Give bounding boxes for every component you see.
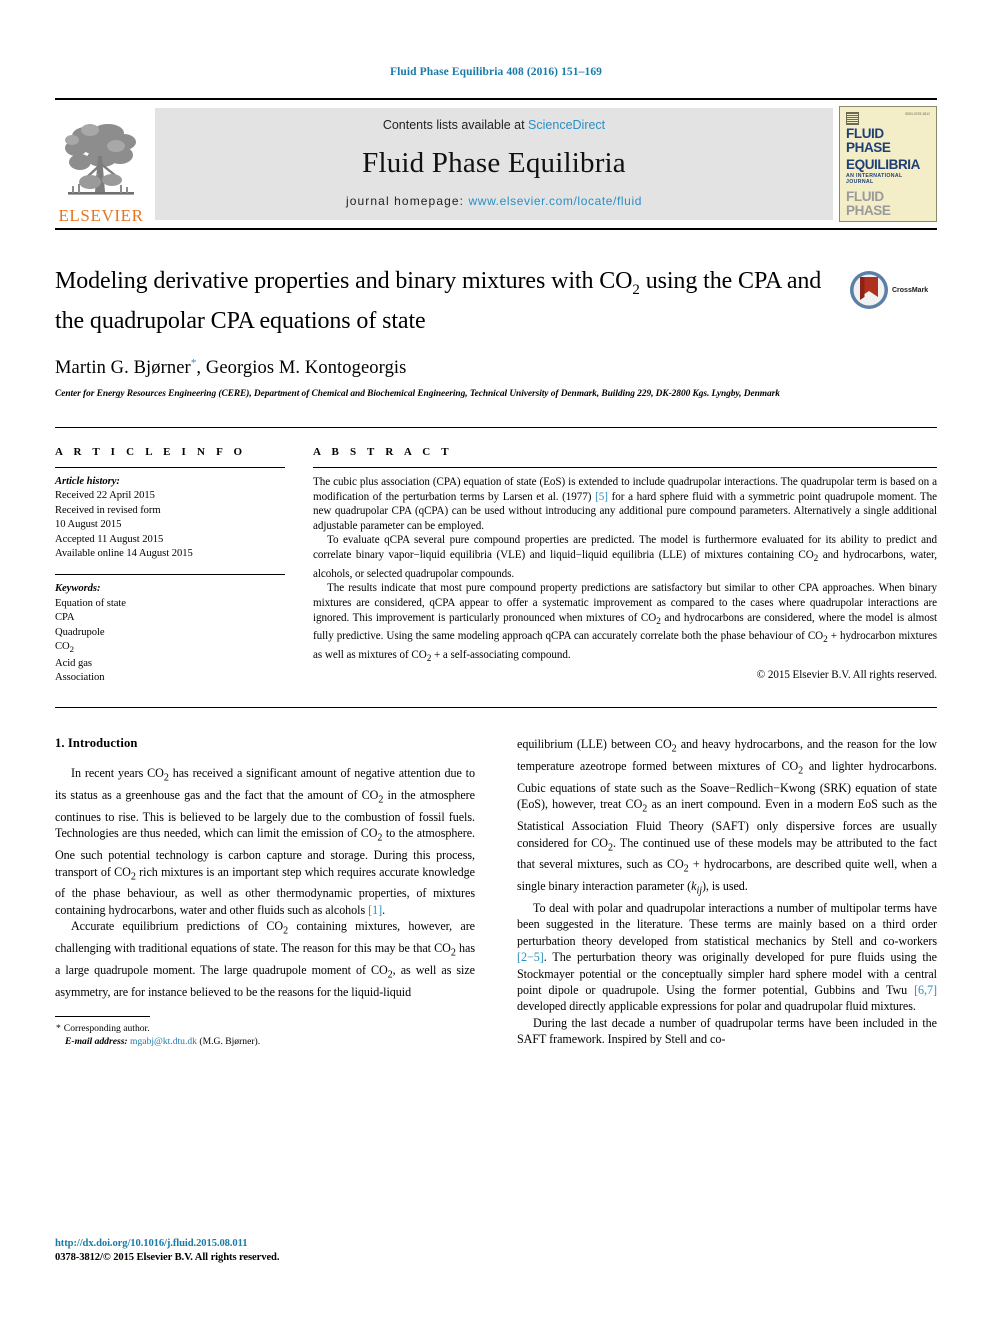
footer-doi-block: http://dx.doi.org/10.1016/j.fluid.2015.0…: [55, 1237, 279, 1265]
citation-link[interactable]: [6,7]: [914, 983, 937, 997]
keyword-item: CPA: [55, 612, 75, 624]
keyword-item: Association: [55, 671, 105, 683]
intro-right-text: equilibrium (LLE) between CO2 and heavy …: [517, 736, 937, 1047]
abstract-paragraph-2: To evaluate qCPA several pure compound p…: [313, 534, 937, 580]
body-column-left: 1. Introduction In recent years CO2 has …: [55, 736, 475, 1048]
contents-available-line: Contents lists available at ScienceDirec…: [383, 118, 605, 132]
section-heading-introduction: 1. Introduction: [55, 736, 138, 751]
history-item: Accepted 11 August 2015: [55, 533, 164, 545]
abstract-body: The cubic plus association (CPA) equatio…: [313, 468, 937, 683]
cover-line-2: EQUILIBRIA: [846, 157, 921, 172]
intro-paragraph-3: equilibrium (LLE) between CO2 and heavy …: [517, 737, 938, 897]
article-info-heading: A R T I C L E I N F O: [55, 445, 247, 458]
journal-band: Contents lists available at ScienceDirec…: [155, 108, 833, 220]
cover-elsevier-icon: [846, 112, 859, 125]
cover-issn-code: ISSN 0378-3812: [904, 112, 930, 116]
keywords-label: Keywords:: [55, 583, 101, 595]
intro-paragraph-2: Accurate equilibrium predictions of CO2 …: [55, 919, 476, 999]
history-item: Received in revised form: [55, 504, 161, 516]
title-subscript: 2: [632, 281, 640, 298]
author-affiliation: Center for Energy Resources Engineering …: [55, 388, 780, 399]
contents-prefix: Contents lists available at: [382, 118, 529, 132]
intro-left-text: In recent years CO2 has received a signi…: [55, 765, 475, 1000]
article-page: Fluid Phase Equilibria 408 (2016) 151–16…: [0, 0, 992, 1323]
intro-p1-b: .: [382, 902, 386, 917]
history-item: Available online 14 August 2015: [55, 547, 193, 559]
info-abstract-row: A R T I C L E I N F O Article history: R…: [55, 446, 937, 685]
cover-subtitle: AN INTERNATIONAL JOURNAL: [846, 173, 903, 185]
intro-p4-c: developed directly applicable expression…: [517, 999, 916, 1014]
keyword-item: Equation of state: [55, 597, 126, 609]
citation-link[interactable]: [2−5]: [517, 950, 544, 964]
cover-line-3: FLUID PHASE: [846, 189, 891, 218]
intro-p4-b: . The perturbation theory was originally…: [517, 950, 937, 998]
title-divider: [55, 426, 937, 428]
crossmark-icon: [850, 271, 888, 309]
crossmark-badge[interactable]: CrossMark: [849, 266, 937, 310]
intro-paragraph-1: In recent years CO2 has received a signi…: [55, 765, 475, 918]
author-list: Martin G. Bjørner*, Georgios M. Kontogeo…: [55, 357, 835, 379]
abstract-paragraph-1: The cubic plus association (CPA) equatio…: [313, 475, 937, 533]
email-owner: (M.G. Bjørner).: [199, 1036, 261, 1048]
abstract-heading: A B S T R A C T: [313, 445, 453, 458]
citation-link[interactable]: [5]: [595, 491, 608, 503]
journal-homepage-line: journal homepage: www.elsevier.com/locat…: [346, 194, 642, 208]
journal-masthead: ELSEVIER Contents lists available at Sci…: [55, 98, 937, 230]
citation-link[interactable]: [1]: [368, 903, 382, 917]
footnote-block: * Corresponding author. E-mail address: m…: [55, 1016, 475, 1048]
abstract-column: A B S T R A C T The cubic plus associati…: [313, 446, 937, 685]
author-first[interactable]: Martin G. Bjørner: [55, 358, 191, 378]
email-link[interactable]: mgabj@kt.dtu.dk: [130, 1036, 197, 1047]
abstract-paragraph-3: The results indicate that most pure comp…: [313, 582, 937, 665]
sciencedirect-link[interactable]: ScienceDirect: [528, 118, 605, 132]
crossmark-label: CrossMark: [892, 286, 929, 294]
history-item: Received 22 April 2015: [55, 490, 155, 502]
cover-line-4: EQUILIBRIA: [846, 221, 920, 222]
keyword-item: CO2: [55, 641, 74, 655]
title-block: Modeling derivative properties and binar…: [55, 266, 937, 401]
intro-p4-a: To deal with polar and quadrupolar inter…: [517, 901, 937, 948]
footnote-corresponding-text: Corresponding author.: [63, 1023, 150, 1035]
email-label: E-mail address:: [65, 1036, 128, 1048]
doi-link[interactable]: http://dx.doi.org/10.1016/j.fluid.2015.0…: [55, 1237, 279, 1251]
body-column-right: equilibrium (LLE) between CO2 and heavy …: [517, 736, 937, 1048]
body-columns: 1. Introduction In recent years CO2 has …: [55, 736, 937, 1048]
elsevier-tree-icon: [65, 124, 136, 195]
cover-line-1: FLUID PHASE: [846, 126, 891, 155]
footnote-marker: *: [56, 1023, 61, 1035]
keyword-item: Quadrupole: [55, 626, 105, 638]
keywords-group: Keywords: Equation of state CPA Quadrupo…: [55, 575, 285, 685]
elsevier-logo: ELSEVIER: [55, 100, 147, 228]
article-history-label: Article history:: [55, 475, 120, 487]
issn-copyright: 0378-3812/© 2015 Elsevier B.V. All right…: [55, 1252, 280, 1263]
intro-p1-a: In recent years CO2 has received a signi…: [55, 766, 475, 917]
keyword-item: Acid gas: [55, 657, 92, 669]
article-history-group: Article history: Received 22 April 2015 …: [55, 468, 285, 561]
page-title: Modeling derivative properties and binar…: [55, 266, 835, 337]
elsevier-wordmark: ELSEVIER: [58, 206, 144, 225]
history-item: 10 August 2015: [55, 519, 122, 531]
abstract-divider: [55, 707, 937, 709]
footnote-divider: [55, 1016, 150, 1018]
author-rest[interactable]: , Georgios M. Kontogeorgis: [196, 358, 406, 378]
journal-homepage-link[interactable]: www.elsevier.com/locate/fluid: [469, 194, 642, 208]
title-text-wrap: Modeling derivative properties and binar…: [55, 266, 849, 401]
cover-topbar: ISSN 0378-3812: [846, 112, 930, 125]
footnote-corresponding: * Corresponding author.: [55, 1022, 475, 1035]
intro-paragraph-4: To deal with polar and quadrupolar inter…: [517, 900, 937, 1015]
footnote-email: E-mail address: mgabj@kt.dtu.dk (M.G. Bj…: [55, 1035, 475, 1048]
journal-title: Fluid Phase Equilibria: [362, 146, 626, 179]
homepage-prefix: journal homepage:: [345, 194, 469, 208]
intro-paragraph-5: During the last decade a number of quadr…: [517, 1015, 937, 1047]
journal-cover-thumbnail[interactable]: ISSN 0378-3812 FLUID PHASE EQUILIBRIA AN…: [839, 106, 937, 222]
abstract-copyright: © 2015 Elsevier B.V. All rights reserved…: [756, 668, 937, 681]
running-head: Fluid Phase Equilibria 408 (2016) 151–16…: [389, 66, 603, 78]
article-info-column: A R T I C L E I N F O Article history: R…: [55, 446, 313, 685]
title-part-1: Modeling derivative properties and binar…: [55, 268, 633, 294]
